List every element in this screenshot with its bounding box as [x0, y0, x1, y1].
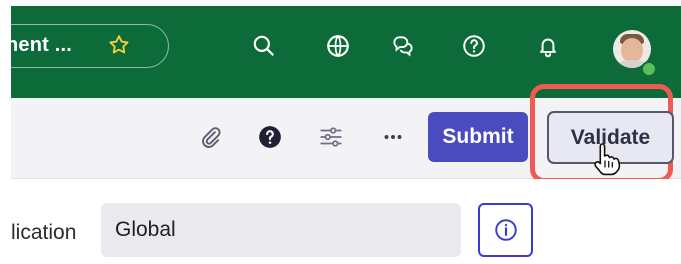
hand-cursor-icon [594, 143, 621, 176]
info-icon [494, 219, 517, 241]
header-top-gap [11, 0, 681, 6]
submit-button[interactable]: Submit [428, 112, 528, 162]
field-label: lication [11, 221, 77, 244]
page-title: nent ... [6, 34, 73, 56]
info-button[interactable] [478, 203, 533, 257]
paperclip-icon[interactable] [197, 124, 223, 150]
help-circle-icon[interactable] [257, 124, 283, 150]
search-icon[interactable] [251, 33, 277, 59]
star-icon[interactable] [107, 33, 131, 57]
app-frame: nent ... Submit Validate lication Global [0, 0, 681, 264]
status-online-dot [641, 61, 657, 77]
globe-icon[interactable] [325, 33, 351, 59]
chat-icon[interactable] [390, 33, 416, 59]
avatar-face [621, 38, 643, 62]
application-field[interactable]: Global [101, 203, 461, 257]
more-icon[interactable] [380, 124, 406, 150]
bell-icon[interactable] [535, 33, 561, 59]
application-field-value: Global [115, 218, 176, 241]
sliders-icon[interactable] [318, 124, 344, 150]
help-icon[interactable] [461, 33, 487, 59]
